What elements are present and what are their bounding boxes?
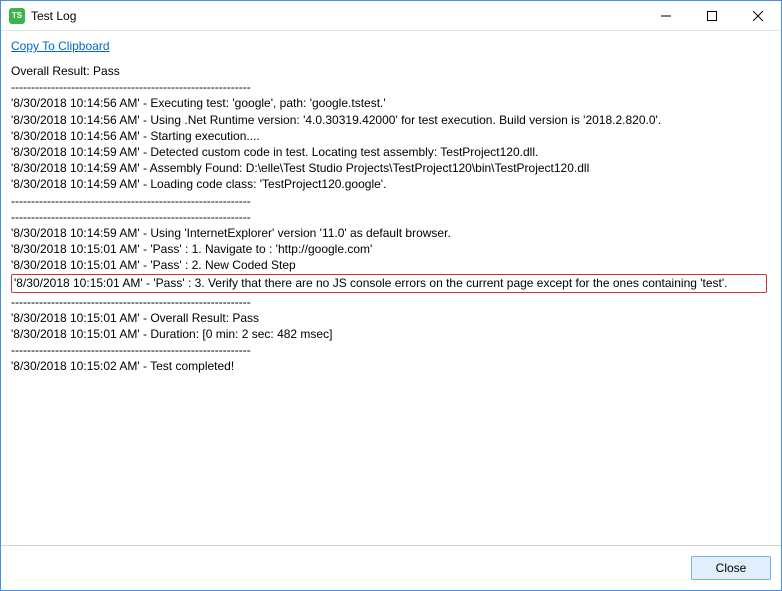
separator: ----------------------------------------… [11,342,771,358]
log-line: '8/30/2018 10:14:56 AM' - Executing test… [11,95,771,111]
separator: ----------------------------------------… [11,79,771,95]
log-line: '8/30/2018 10:15:01 AM' - 'Pass' : 2. Ne… [11,257,771,273]
titlebar: TS Test Log [1,1,781,31]
log-line: '8/30/2018 10:15:02 AM' - Test completed… [11,358,771,374]
close-window-button[interactable] [735,1,781,30]
maximize-icon [707,11,717,21]
window-title: Test Log [31,9,76,23]
maximize-button[interactable] [689,1,735,30]
log-line: '8/30/2018 10:14:59 AM' - Detected custo… [11,144,771,160]
window-controls [643,1,781,30]
log-line: '8/30/2018 10:14:59 AM' - Assembly Found… [11,160,771,176]
log-area: Overall Result: Pass -------------------… [1,59,781,545]
separator: ----------------------------------------… [11,294,771,310]
separator: ----------------------------------------… [11,193,771,209]
log-line: '8/30/2018 10:14:59 AM' - Loading code c… [11,176,771,192]
log-line: '8/30/2018 10:15:01 AM' - 'Pass' : 1. Na… [11,241,771,257]
copy-to-clipboard-link[interactable]: Copy To Clipboard [11,39,110,53]
toolbar: Copy To Clipboard [1,31,781,59]
footer: Close [1,545,781,590]
highlighted-log-line: '8/30/2018 10:15:01 AM' - 'Pass' : 3. Ve… [11,274,767,292]
log-line: '8/30/2018 10:15:01 AM' - Duration: [0 m… [11,326,771,342]
minimize-button[interactable] [643,1,689,30]
close-icon [753,11,763,21]
log-line: '8/30/2018 10:15:01 AM' - Overall Result… [11,310,771,326]
log-line: '8/30/2018 10:14:56 AM' - Starting execu… [11,128,771,144]
log-line: '8/30/2018 10:14:59 AM' - Using 'Interne… [11,225,771,241]
minimize-icon [661,11,671,21]
overall-result: Overall Result: Pass [11,63,771,79]
app-icon: TS [9,8,25,24]
separator: ----------------------------------------… [11,209,771,225]
close-button[interactable]: Close [691,556,771,580]
log-line: '8/30/2018 10:14:56 AM' - Using .Net Run… [11,112,771,128]
